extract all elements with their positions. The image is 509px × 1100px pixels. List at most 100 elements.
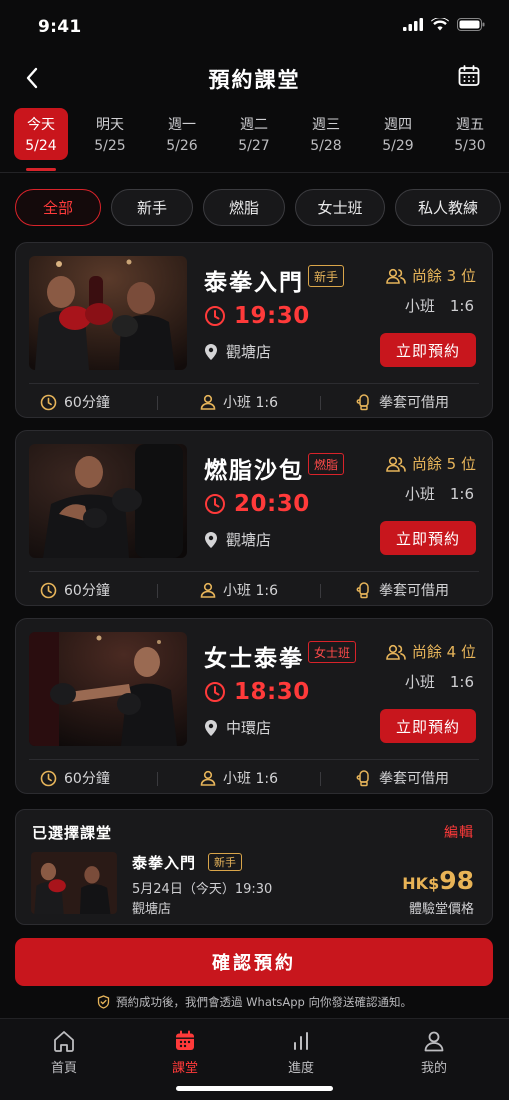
class-time: 20:30 bbox=[234, 491, 310, 517]
class-ratio-text: 小班 1:6 bbox=[223, 395, 278, 411]
selected-class-tag: 新手 bbox=[208, 853, 242, 871]
spots-remaining: 尚餘 5 位 bbox=[386, 453, 476, 474]
date-item[interactable]: 週二 5/27 bbox=[224, 108, 284, 160]
class-size: 小班 1:6 bbox=[404, 485, 474, 503]
date-value: 5/25 bbox=[94, 138, 126, 154]
location-pin-icon bbox=[205, 343, 217, 360]
price: HK$ 98 bbox=[402, 866, 474, 895]
filter-chip-fat-burn[interactable]: 燃脂 bbox=[203, 189, 285, 226]
home-indicator bbox=[176, 1086, 333, 1091]
divider bbox=[29, 571, 479, 572]
tab-classes[interactable]: 課堂 bbox=[150, 1029, 220, 1076]
date-value: 5/28 bbox=[310, 138, 342, 154]
class-details: 60分鐘 小班 1:6 拳套可借用 bbox=[16, 387, 492, 417]
filter-chip-all[interactable]: 全部 bbox=[15, 189, 101, 226]
calendar-button[interactable] bbox=[457, 64, 483, 90]
class-tag: 燃脂 bbox=[308, 453, 345, 475]
user-icon bbox=[200, 770, 216, 786]
book-now-button[interactable]: 立即預約 bbox=[380, 333, 476, 367]
class-card[interactable]: 燃脂沙包 燃脂 20:30 觀塘店 尚餘 5 位 小班 1:6 立即預約 60分… bbox=[15, 430, 493, 606]
clock-icon bbox=[205, 494, 225, 514]
book-now-button[interactable]: 立即預約 bbox=[380, 521, 476, 555]
tab-profile[interactable]: 我的 bbox=[399, 1029, 469, 1076]
status-bar: 9:41 bbox=[0, 0, 509, 56]
wifi-icon bbox=[431, 18, 449, 31]
date-item[interactable]: 週三 5/28 bbox=[296, 108, 356, 160]
class-details: 60分鐘 小班 1:6 拳套可借用 bbox=[16, 763, 492, 793]
gloves-info: 拳套可借用 bbox=[356, 392, 449, 412]
duration-text: 60分鐘 bbox=[64, 583, 110, 599]
users-icon bbox=[386, 644, 406, 660]
confirm-booking-button[interactable]: 確認預約 bbox=[15, 938, 493, 986]
selected-class-summary: 已選擇課堂 編輯 泰拳入門 新手 5月24日（今天）19:30 觀塘店 HK$ … bbox=[15, 809, 493, 925]
date-value: 5/29 bbox=[382, 138, 414, 154]
class-location: 觀塘店 bbox=[226, 343, 272, 361]
filter-chip-ladies[interactable]: 女士班 bbox=[295, 189, 385, 226]
class-ratio-text: 小班 1:6 bbox=[223, 583, 278, 599]
date-item-today[interactable]: 今天 5/24 bbox=[14, 108, 68, 160]
notice-text: 預約成功後，我們會透過 WhatsApp 向你發送確認通知。 bbox=[116, 995, 412, 1009]
date-value: 5/30 bbox=[454, 138, 486, 154]
divider bbox=[0, 172, 509, 173]
edit-link[interactable]: 編輯 bbox=[444, 822, 474, 842]
class-location-row: 觀塘店 bbox=[204, 341, 271, 362]
class-ratio-info: 小班 1:6 bbox=[200, 768, 278, 788]
class-size: 小班 1:6 bbox=[404, 673, 474, 691]
divider bbox=[29, 759, 479, 760]
selected-class-datetime: 5月24日（今天）19:30 bbox=[132, 882, 273, 897]
date-item[interactable]: 週五 5/30 bbox=[440, 108, 500, 160]
spots-remaining: 尚餘 4 位 bbox=[386, 641, 476, 662]
duration-text: 60分鐘 bbox=[64, 395, 110, 411]
class-photo bbox=[29, 444, 187, 558]
duration-info: 60分鐘 bbox=[40, 580, 110, 600]
divider bbox=[29, 383, 479, 384]
price-amount: 98 bbox=[439, 866, 474, 895]
date-day-label: 週二 bbox=[240, 117, 268, 133]
duration-text: 60分鐘 bbox=[64, 771, 110, 787]
date-strip: 今天 5/24 明天 5/25 週一 5/26 週二 5/27 週三 5/28 … bbox=[8, 108, 500, 164]
header: 預約課堂 bbox=[0, 56, 509, 104]
book-now-button[interactable]: 立即預約 bbox=[380, 709, 476, 743]
class-card[interactable]: 女士泰拳 女士班 18:30 中環店 尚餘 4 位 小班 1:6 立即預約 60… bbox=[15, 618, 493, 794]
users-icon bbox=[386, 268, 406, 284]
class-location-row: 觀塘店 bbox=[204, 529, 271, 550]
class-ratio-info: 小班 1:6 bbox=[200, 580, 278, 600]
class-title: 燃脂沙包 bbox=[204, 458, 304, 484]
selected-class-name: 泰拳入門 bbox=[132, 854, 197, 872]
boxing-glove-icon bbox=[356, 393, 369, 410]
tab-home[interactable]: 首頁 bbox=[29, 1029, 99, 1076]
signal-icon bbox=[403, 18, 423, 31]
date-day-label: 週一 bbox=[168, 117, 196, 133]
filter-chip-beginner[interactable]: 新手 bbox=[111, 189, 193, 226]
home-icon bbox=[54, 1031, 74, 1052]
class-photo bbox=[29, 256, 187, 370]
class-ratio-info: 小班 1:6 bbox=[200, 392, 278, 412]
separator bbox=[157, 396, 158, 410]
date-item[interactable]: 週一 5/26 bbox=[152, 108, 212, 160]
class-details: 60分鐘 小班 1:6 拳套可借用 bbox=[16, 575, 492, 605]
class-time-row: 20:30 bbox=[204, 491, 310, 517]
tab-progress[interactable]: 進度 bbox=[266, 1029, 336, 1076]
clock-icon bbox=[205, 306, 225, 326]
date-item[interactable]: 明天 5/25 bbox=[80, 108, 140, 160]
tab-label: 首頁 bbox=[50, 1061, 77, 1076]
date-item[interactable]: 週四 5/29 bbox=[368, 108, 428, 160]
selected-date-indicator bbox=[26, 168, 56, 171]
clock-icon bbox=[40, 394, 57, 410]
filter-chip-private[interactable]: 私人教練 bbox=[395, 189, 501, 226]
class-card[interactable]: 泰拳入門 新手 19:30 觀塘店 尚餘 3 位 小班 1:6 立即預約 60分… bbox=[15, 242, 493, 418]
clock-icon bbox=[205, 682, 225, 702]
separator bbox=[320, 772, 321, 786]
status-icons bbox=[403, 18, 485, 31]
class-photo bbox=[29, 632, 187, 746]
duration-info: 60分鐘 bbox=[40, 768, 110, 788]
price-label: 體驗堂價格 bbox=[408, 902, 474, 917]
clock-icon bbox=[40, 582, 57, 598]
date-day-label: 週五 bbox=[456, 117, 484, 133]
tab-label: 進度 bbox=[287, 1061, 314, 1076]
users-icon bbox=[386, 456, 406, 472]
user-icon bbox=[424, 1031, 444, 1052]
separator bbox=[320, 396, 321, 410]
filter-chips: 全部 新手 燃脂 女士班 私人教練 bbox=[15, 189, 501, 226]
gloves-text: 拳套可借用 bbox=[379, 583, 449, 599]
